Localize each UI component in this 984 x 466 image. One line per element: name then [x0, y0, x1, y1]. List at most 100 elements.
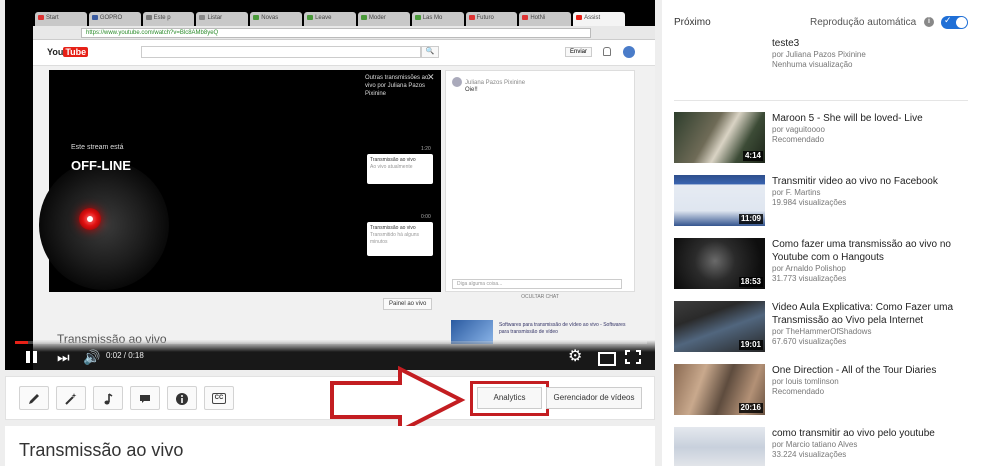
related-live-time: 1:20	[421, 146, 431, 152]
related-live-time: 0:00	[421, 214, 431, 220]
video-list-item[interactable]: 19:01 Video Aula Explicativa: Como Fazer…	[674, 301, 970, 355]
video-duration: 19:01	[738, 340, 763, 350]
browser-tab[interactable]: Futuro	[465, 12, 518, 26]
pointer-arrow-icon	[330, 366, 466, 434]
volume-icon[interactable]: 🔊	[83, 348, 100, 366]
live-chat-panel: Juliana Pazos Pixinine Oie!! Diga alguma…	[445, 70, 635, 292]
live-dashboard-button[interactable]: Painel ao vivo	[383, 298, 433, 310]
browser-tab-active[interactable]: Assist	[573, 12, 625, 26]
video-thumbnail[interactable]	[674, 427, 765, 466]
video-item-channel: por Arnaldo Polishop	[772, 264, 846, 273]
video-thumbnail[interactable]: 20:16	[674, 364, 765, 415]
audio-button[interactable]	[93, 386, 123, 410]
toggle-knob	[956, 17, 967, 28]
chat-avatar	[452, 77, 462, 87]
autoplay-label: Reprodução automática	[810, 17, 917, 28]
enhancements-button[interactable]	[56, 386, 86, 410]
video-item-title[interactable]: Como fazer uma transmissão ao vivo no Yo…	[772, 238, 972, 264]
subtitles-button[interactable]: CC	[204, 386, 234, 410]
video-thumbnail[interactable]: 4:14	[674, 112, 765, 163]
browser-tab[interactable]: HotNi	[519, 12, 572, 26]
video-item-info: Transmitir video ao vivo no Facebook por…	[772, 175, 972, 208]
pencil-icon	[27, 390, 41, 405]
video-item-title[interactable]: teste3	[772, 37, 866, 50]
video-duration: 4:14	[742, 151, 763, 161]
chat-input[interactable]: Diga alguma coisa...	[452, 279, 622, 289]
related-live-title: Transmissão ao vivo	[370, 157, 416, 163]
magic-wand-icon	[64, 390, 78, 405]
browser-tab[interactable]: Novas	[250, 12, 303, 26]
related-live-heading: Outras transmissões ao vivo por Juliana …	[365, 75, 429, 97]
url-field[interactable]: https://www.youtube.com/watch?v=Blc8AMb8…	[81, 28, 591, 38]
speech-bubble-icon	[138, 390, 152, 405]
video-list-item[interactable]: 4:14 Maroon 5 - She will be loved- Live …	[674, 112, 970, 166]
video-item-meta: 19.984 visualizações	[772, 198, 847, 207]
browser-tab[interactable]: Listar	[196, 12, 249, 26]
related-live-sub: Transmitido há alguns minutos	[370, 232, 420, 245]
youtube-logo[interactable]: You Tube	[47, 47, 89, 57]
autoplay-toggle[interactable]: ✓	[941, 15, 968, 29]
recommended-title[interactable]: Softwares para transmissão de vídeo ao v…	[499, 322, 629, 336]
bell-icon[interactable]	[603, 47, 611, 56]
youtube-search-input[interactable]	[141, 46, 421, 58]
video-item-title[interactable]: Transmitir video ao vivo no Facebook	[772, 175, 972, 188]
next-video-item[interactable]: teste3 por Juliana Pazos Pixinine Nenhum…	[772, 37, 866, 70]
page: Start GOPRO Este p Listar Novas Leave Mo…	[0, 0, 984, 466]
video-item-title[interactable]: Video Aula Explicativa: Como Fazer uma T…	[772, 301, 972, 327]
close-icon[interactable]: ✕	[427, 72, 435, 83]
hide-chat-button[interactable]: OCULTAR CHAT	[445, 294, 635, 300]
browser-tab[interactable]: Las Mo	[411, 12, 464, 26]
browser-tab[interactable]: Moder	[357, 12, 410, 26]
progress-bar[interactable]	[15, 341, 647, 344]
browser-tab[interactable]: Start	[35, 12, 87, 26]
upload-button[interactable]: Enviar	[565, 47, 593, 57]
video-item-meta: Recomendado	[772, 135, 825, 144]
info-icon[interactable]: i	[924, 17, 934, 27]
offline-status: OFF-LINE	[71, 158, 131, 173]
video-item-channel: por louis tomlinson	[772, 377, 839, 386]
inner-browser-window: https://www.youtube.com/watch?v=Blc8AMb8…	[33, 26, 655, 370]
annotations-button[interactable]	[130, 386, 160, 410]
youtube-header: You Tube 🔍 Enviar	[33, 40, 655, 66]
video-item-channel: por Marcio tatiano Alves	[772, 440, 858, 449]
video-duration: 11:09	[738, 214, 763, 224]
avatar[interactable]	[623, 46, 635, 58]
video-manager-button[interactable]: Gerenciador de vídeos	[546, 387, 642, 409]
video-item-channel: por F. Martins	[772, 188, 821, 197]
related-live-card[interactable]: Transmissão ao vivo Transmitido há algun…	[367, 222, 433, 256]
video-item-title[interactable]: Maroon 5 - She will be loved- Live	[772, 112, 972, 125]
edit-button[interactable]	[19, 386, 49, 410]
video-item-title[interactable]: como transmitir ao vivo pelo youtube	[772, 427, 972, 440]
related-live-card[interactable]: Transmissão ao vivo Ao vivo atualmente	[367, 154, 433, 184]
video-thumbnail[interactable]: 18:53	[674, 238, 765, 289]
video-player[interactable]: Start GOPRO Este p Listar Novas Leave Mo…	[5, 0, 655, 370]
gear-icon[interactable]: ⚙	[568, 348, 584, 366]
video-item-info: Maroon 5 - She will be loved- Live por v…	[772, 112, 972, 145]
video-item-meta: 33.224 visualizações	[772, 450, 847, 459]
search-icon[interactable]: 🔍	[421, 46, 439, 58]
offline-label: Este stream está	[71, 144, 124, 151]
browser-tab[interactable]: GOPRO	[88, 12, 141, 26]
pause-icon[interactable]	[25, 348, 39, 366]
info-cards-button[interactable]	[167, 386, 197, 410]
video-item-meta: Recomendado	[772, 387, 825, 396]
video-list-item[interactable]: 20:16 One Direction - All of the Tour Di…	[674, 364, 970, 418]
video-item-meta: 67.670 visualizações	[772, 337, 847, 346]
video-list-item[interactable]: 11:09 Transmitir video ao vivo no Facebo…	[674, 175, 970, 229]
progress-fill	[15, 341, 28, 344]
browser-tab-bar: Start GOPRO Este p Listar Novas Leave Mo…	[35, 12, 625, 26]
related-live-sub: Ao vivo atualmente	[370, 164, 413, 170]
video-list-item[interactable]: como transmitir ao vivo pelo youtube por…	[674, 427, 970, 466]
fullscreen-icon[interactable]	[625, 348, 641, 366]
browser-tab[interactable]: Leave	[304, 12, 356, 26]
video-thumbnail[interactable]: 19:01	[674, 301, 765, 352]
video-thumbnail[interactable]: 11:09	[674, 175, 765, 226]
video-item-title[interactable]: One Direction - All of the Tour Diaries	[772, 364, 972, 377]
theater-mode-icon[interactable]	[598, 348, 616, 366]
next-icon[interactable]: ⏭	[57, 348, 73, 366]
video-item-meta: 31.773 visualizações	[772, 274, 847, 283]
video-list-item[interactable]: 18:53 Como fazer uma transmissão ao vivo…	[674, 238, 970, 292]
offline-glow	[39, 160, 169, 290]
browser-tab[interactable]: Este p	[142, 12, 195, 26]
time-display: 0:02 / 0:18	[106, 351, 144, 360]
